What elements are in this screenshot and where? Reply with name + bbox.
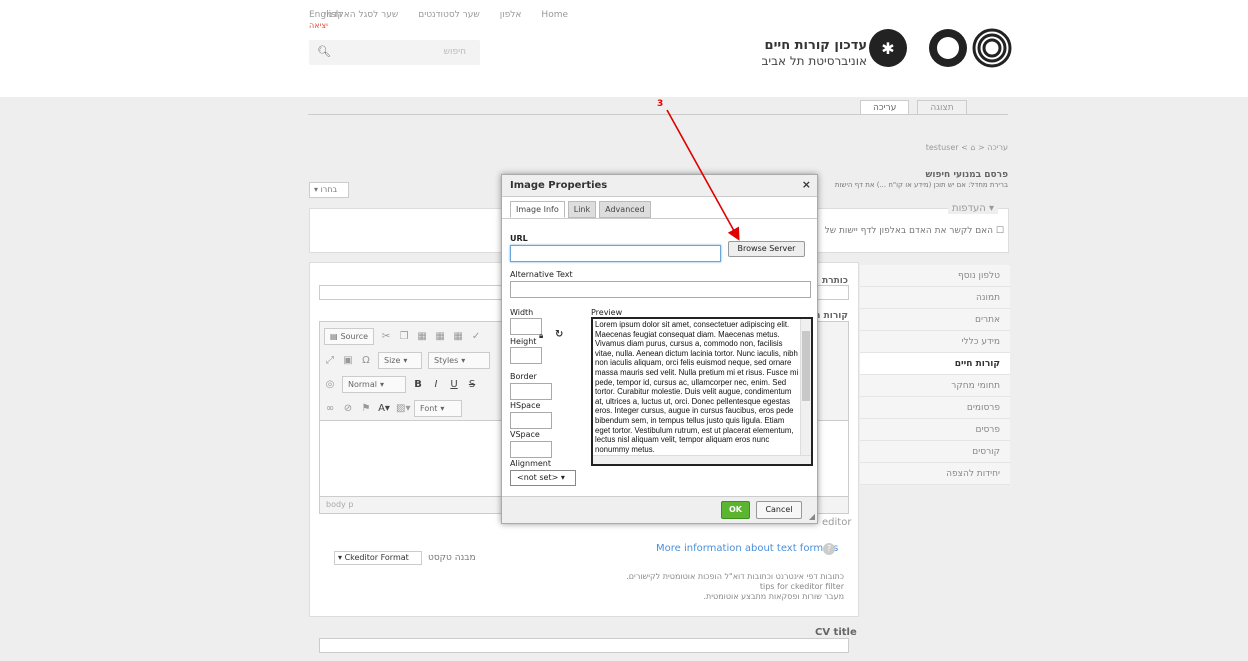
annotation-arrow (666, 109, 740, 241)
